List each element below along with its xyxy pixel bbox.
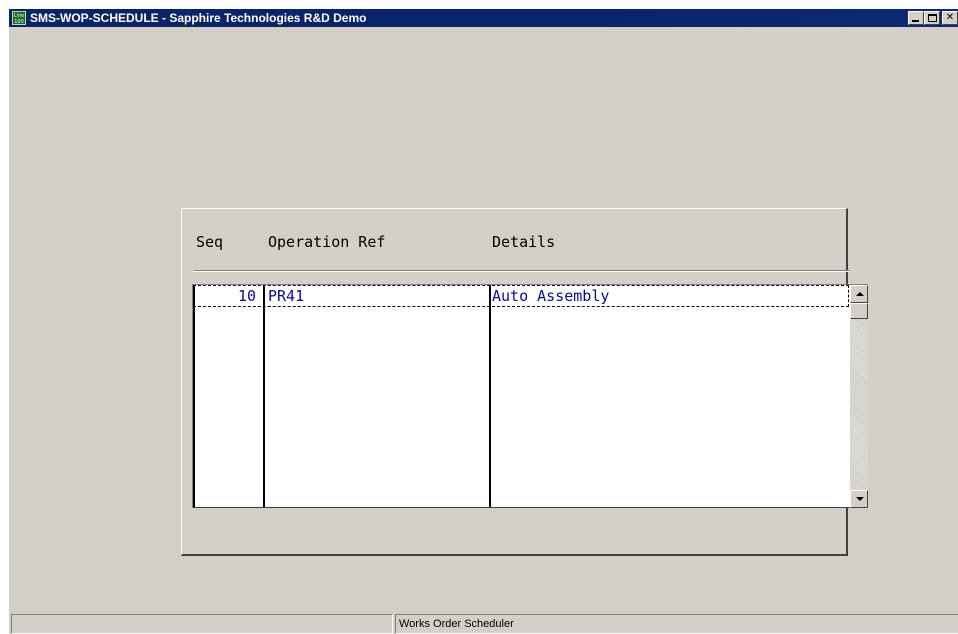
header-details: Details <box>492 233 556 251</box>
header-divider <box>194 270 850 272</box>
vertical-scrollbar[interactable] <box>850 285 868 508</box>
maximize-button[interactable] <box>924 11 940 25</box>
close-icon: ✕ <box>945 12 955 23</box>
column-divider <box>263 285 265 508</box>
scroll-up-button[interactable] <box>850 285 868 303</box>
grid-bottom-border <box>193 507 850 508</box>
column-divider <box>489 285 491 508</box>
status-pane-right: Works Order Scheduler <box>395 614 958 634</box>
cell-seq: 10 <box>237 287 256 305</box>
app-icon-label: Line 100 <box>13 13 25 25</box>
title-bar[interactable]: Line 100 SMS-WOP-SCHEDULE - Sapphire Tec… <box>9 9 958 27</box>
minimize-icon <box>912 20 919 22</box>
cell-operation-ref: PR41 <box>268 287 305 305</box>
maximize-icon <box>928 14 937 22</box>
minimize-button[interactable] <box>908 11 924 25</box>
app-window: Line 100 SMS-WOP-SCHEDULE - Sapphire Tec… <box>8 8 958 634</box>
operations-panel: Seq Operation Ref Details 10 PR41 Auto A… <box>181 208 868 556</box>
cell-details: Auto Assembly <box>492 287 610 305</box>
header-seq: Seq <box>196 233 224 251</box>
scroll-down-button[interactable] <box>850 490 868 508</box>
window-title: SMS-WOP-SCHEDULE - Sapphire Technologies… <box>30 11 367 25</box>
scroll-thumb[interactable] <box>850 303 868 319</box>
column-divider <box>193 285 195 508</box>
arrow-up-icon <box>856 292 864 296</box>
operations-grid[interactable]: 10 PR41 Auto Assembly <box>192 284 868 508</box>
arrow-down-icon <box>856 497 864 501</box>
table-row[interactable]: 10 PR41 Auto Assembly <box>193 285 849 307</box>
close-button[interactable]: ✕ <box>942 11 958 25</box>
header-operation-ref: Operation Ref <box>268 233 386 251</box>
status-bar: Works Order Scheduler <box>9 612 958 634</box>
status-pane-left <box>11 614 393 634</box>
app-icon[interactable]: Line 100 <box>12 11 26 25</box>
